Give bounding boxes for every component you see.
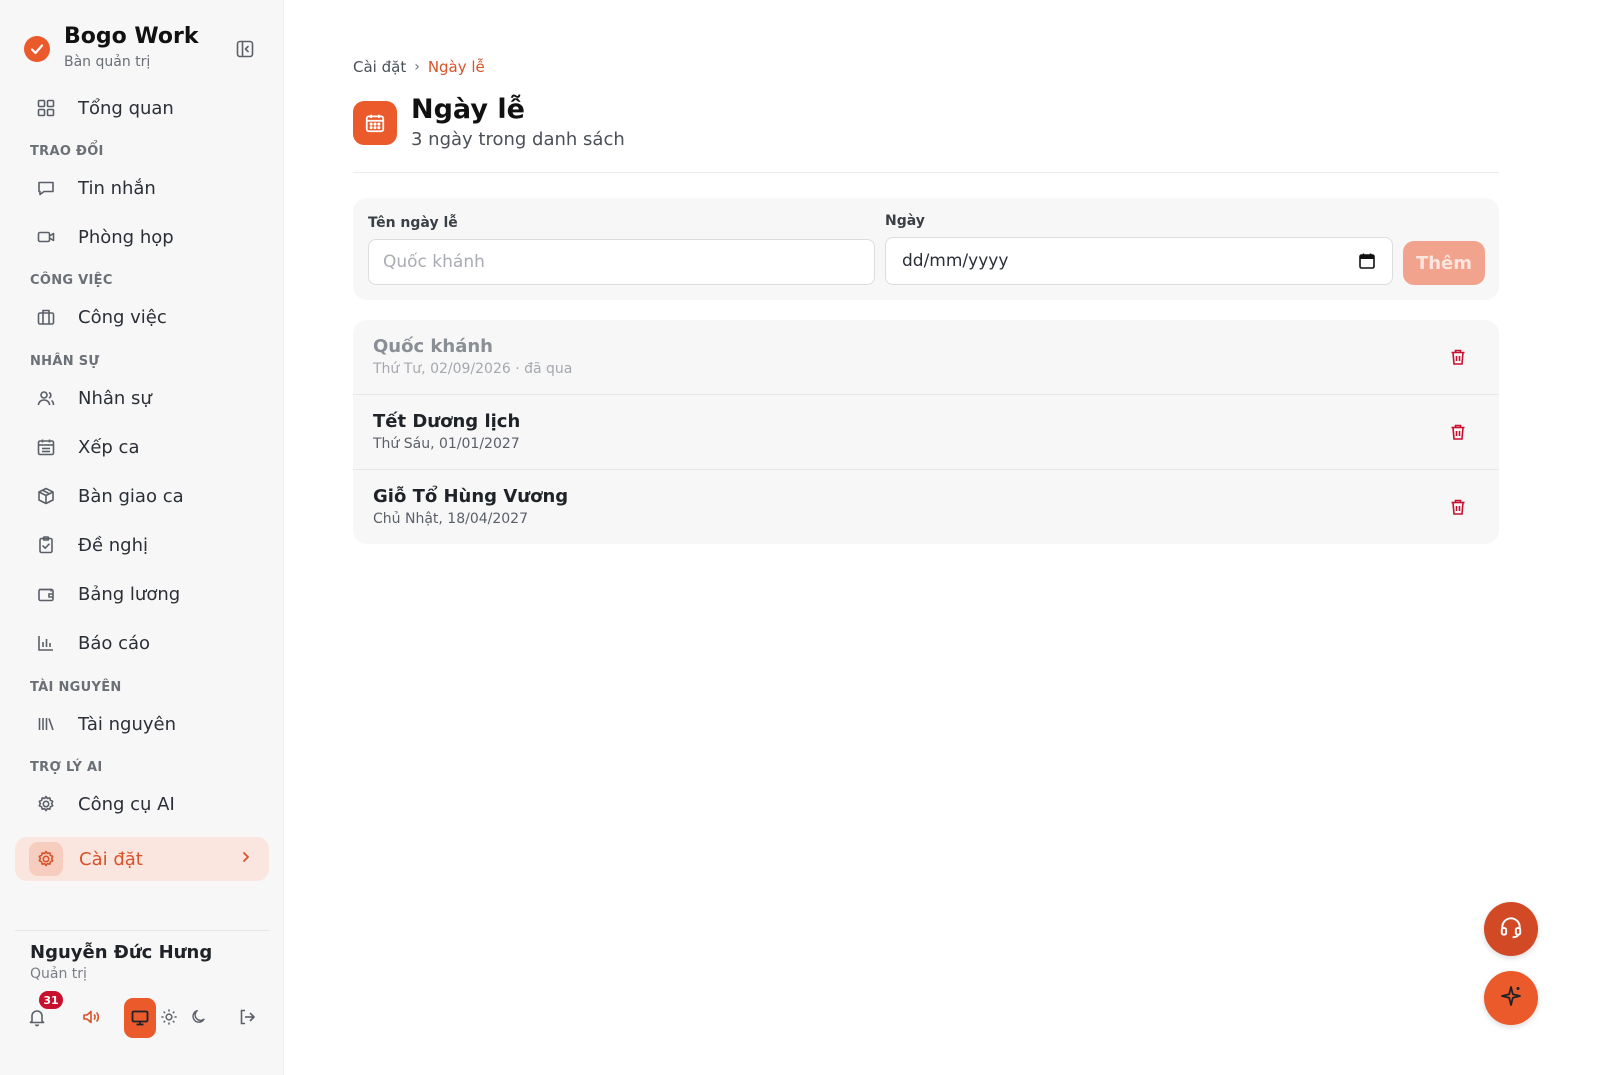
holiday-name-input[interactable] [368, 239, 875, 285]
holiday-row: Giỗ Tổ Hùng Vương Chủ Nhật, 18/04/2027 [353, 469, 1499, 543]
trash-icon[interactable] [1447, 496, 1469, 518]
sidebar-item-label: Báo cáo [78, 632, 151, 654]
sidebar-item-label: Phòng họp [78, 226, 174, 248]
sidebar-item-staff[interactable]: Nhân sự [28, 378, 268, 418]
sparkle-icon [1499, 984, 1523, 1012]
divider [353, 172, 1499, 173]
gear-icon [29, 842, 63, 876]
section-work: CÔNG VIỆC [30, 273, 113, 288]
sidebar-item-label: Tin nhắn [78, 177, 156, 199]
holiday-date: Chủ Nhật, 18/04/2027 [373, 511, 528, 527]
sidebar-item-label: Nhân sự [78, 387, 152, 409]
breadcrumb-current: Ngày lễ [427, 58, 485, 76]
moon-icon[interactable] [186, 998, 212, 1036]
calendar-icon [353, 101, 397, 145]
sidebar-item-label: Đề nghị [78, 534, 148, 556]
add-holiday-button[interactable]: Thêm [1403, 241, 1485, 285]
holiday-date: Thứ Sáu, 01/01/2027 [373, 436, 520, 452]
ai-assistant-button[interactable] [1484, 971, 1538, 1025]
bar-chart-icon [28, 623, 66, 663]
sidebar-item-requests[interactable]: Đề nghị [28, 525, 268, 565]
sidebar-item-resources[interactable]: Tài nguyên [28, 704, 268, 744]
section-communication: TRAO ĐỔI [30, 144, 104, 159]
sidebar-item-label: Công việc [78, 306, 167, 328]
page-subtitle: 3 ngày trong danh sách [411, 129, 625, 150]
sidebar-item-messages[interactable]: Tin nhắn [28, 168, 268, 208]
date-placeholder: dd/mm/yyyy [902, 251, 1009, 271]
package-icon [28, 476, 66, 516]
user-role: Quản trị [30, 966, 87, 982]
sidebar-item-label: Xếp ca [78, 436, 140, 458]
calendar-icon [28, 427, 66, 467]
holiday-date-label: Ngày [885, 213, 925, 229]
support-headset-button[interactable] [1484, 902, 1538, 956]
sidebar-item-label: Bàn giao ca [78, 485, 184, 507]
trash-icon[interactable] [1447, 421, 1469, 443]
sidebar-item-meeting-rooms[interactable]: Phòng họp [28, 217, 268, 257]
trash-icon[interactable] [1447, 346, 1469, 368]
breadcrumb-separator: › [414, 59, 420, 75]
holiday-row: Tết Dương lịch Thứ Sáu, 01/01/2027 [353, 394, 1499, 468]
clipboard-check-icon [28, 525, 66, 565]
holiday-name: Tết Dương lịch [373, 411, 521, 432]
section-hr: NHÂN SỰ [30, 354, 100, 369]
gear-icon [28, 784, 66, 824]
holiday-list: Quốc khánh Thứ Tư, 02/09/2026 · đã qua T… [353, 320, 1499, 544]
notification-count-badge: 31 [39, 991, 63, 1009]
holiday-name: Giỗ Tổ Hùng Vương [373, 486, 569, 507]
chat-icon [28, 168, 66, 208]
headset-icon [1498, 914, 1524, 944]
monitor-icon[interactable] [124, 998, 156, 1038]
sidebar-item-reports[interactable]: Báo cáo [28, 623, 268, 663]
video-icon [28, 217, 66, 257]
app-subtitle: Bàn quản trị [64, 54, 151, 70]
breadcrumb: Cài đặt › Ngày lễ [353, 58, 485, 76]
sidebar-item-label: Bảng lương [78, 583, 181, 605]
sidebar-item-handover[interactable]: Bàn giao ca [28, 476, 268, 516]
sidebar-item-payroll[interactable]: Bảng lương [28, 574, 268, 614]
sidebar-item-label: Tổng quan [78, 97, 174, 119]
sidebar-item-label: Cài đặt [79, 848, 143, 870]
page-title: Ngày lễ [411, 94, 525, 125]
sidebar-item-tasks[interactable]: Công việc [28, 297, 268, 337]
sidebar-item-shifts[interactable]: Xếp ca [28, 427, 268, 467]
section-ai: TRỢ LÝ AI [30, 760, 103, 775]
users-icon [28, 378, 66, 418]
wallet-icon [28, 574, 66, 614]
brand: Bogo Work Bàn quản trị [24, 22, 264, 78]
sidebar: Bogo Work Bàn quản trị Tổng quan TRAO ĐỔ… [0, 0, 284, 1075]
speaker-icon[interactable] [76, 998, 106, 1036]
holiday-date: Thứ Tư, 02/09/2026 · đã qua [373, 361, 573, 377]
app-name: Bogo Work [64, 24, 199, 49]
holiday-date-input[interactable]: dd/mm/yyyy [885, 237, 1393, 285]
breadcrumb-settings-link[interactable]: Cài đặt [353, 58, 406, 76]
briefcase-icon [28, 297, 66, 337]
sidebar-item-overview[interactable]: Tổng quan [28, 88, 268, 128]
sun-icon[interactable] [156, 998, 182, 1036]
logout-icon[interactable] [232, 998, 262, 1036]
holiday-name: Quốc khánh [373, 336, 493, 357]
calendar-picker-icon[interactable] [1358, 252, 1376, 274]
holiday-row: Quốc khánh Thứ Tư, 02/09/2026 · đã qua [353, 320, 1499, 394]
divider [15, 930, 269, 931]
chevron-right-icon [239, 849, 253, 868]
library-icon [28, 704, 66, 744]
collapse-sidebar-icon[interactable] [234, 38, 256, 60]
brand-logo-icon [24, 36, 50, 62]
sidebar-item-label: Công cụ AI [78, 793, 175, 815]
user-name: Nguyễn Đức Hưng [30, 942, 213, 963]
sidebar-item-ai-tools[interactable]: Công cụ AI [28, 784, 268, 824]
section-resources: TÀI NGUYÊN [30, 680, 122, 695]
sidebar-item-label: Tài nguyên [78, 713, 177, 735]
holiday-name-label: Tên ngày lễ [368, 215, 458, 231]
grid-icon [28, 88, 66, 128]
sidebar-item-settings[interactable]: Cài đặt [15, 837, 269, 881]
